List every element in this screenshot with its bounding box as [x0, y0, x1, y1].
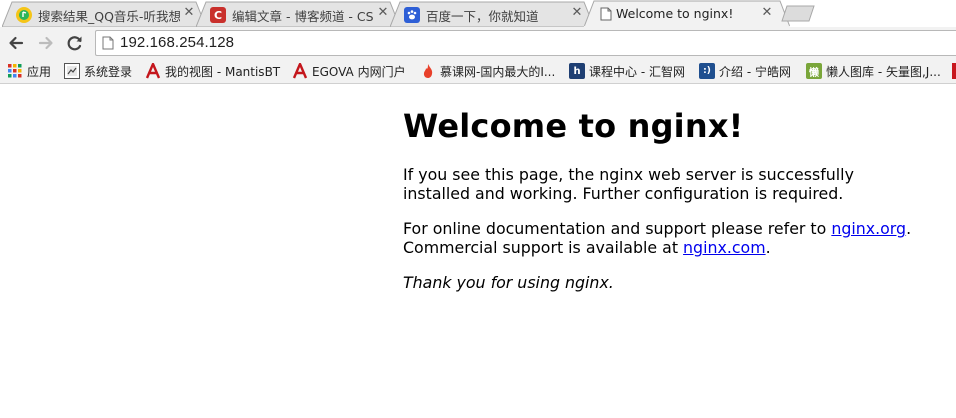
bookmark-label: 应用	[27, 65, 52, 79]
browser-toolbar: 192.168.254.128	[0, 27, 956, 59]
bookmark-label: 课程中心 - 汇智网	[589, 65, 685, 79]
docs-text: For online documentation and support ple…	[403, 219, 832, 238]
close-icon[interactable]: ✕	[376, 6, 390, 20]
egova-icon	[292, 63, 308, 79]
bookmark-label: 系统登录	[84, 65, 133, 79]
page-viewport: Welcome to nginx! If you see this page, …	[0, 85, 956, 418]
address-bar[interactable]: 192.168.254.128	[95, 30, 956, 56]
tab-title: Welcome to nginx!	[616, 6, 734, 21]
bookmark-label: 慕课网-国内最大的I...	[440, 65, 556, 79]
tab-qq-music[interactable]: 搜索结果_QQ音乐-听我想 ✕	[2, 1, 206, 27]
flame-icon	[420, 63, 436, 79]
page-heading: Welcome to nginx!	[403, 107, 744, 145]
close-icon[interactable]: ✕	[182, 6, 196, 20]
csdn-icon: C	[210, 7, 226, 23]
bookmark-overflow-icon[interactable]	[952, 63, 956, 79]
thanks-text: Thank you for using nginx.	[403, 273, 614, 292]
tab-nginx[interactable]: Welcome to nginx! ✕	[584, 0, 790, 27]
forward-arrow-icon	[38, 36, 53, 50]
nginx-org-link[interactable]: nginx.org	[831, 219, 906, 238]
lanren-icon: 懒	[806, 63, 822, 79]
back-button[interactable]	[6, 33, 26, 53]
close-icon[interactable]: ✕	[760, 6, 774, 20]
intro-paragraph: If you see this page, the nginx web serv…	[403, 165, 854, 203]
commercial-period: .	[765, 238, 771, 257]
ninghao-icon: :)	[699, 63, 715, 79]
tab-title: 搜索结果_QQ音乐-听我想	[38, 9, 180, 24]
docs-period: .	[906, 219, 912, 238]
tab-strip: 搜索结果_QQ音乐-听我想 ✕ C 编辑文章 - 博客频道 - CS ✕ 百度一…	[0, 0, 956, 27]
commercial-text: Commercial support is available at	[403, 238, 684, 257]
hubwiz-icon: h	[569, 63, 585, 79]
reload-button[interactable]	[65, 33, 85, 53]
tab-csdn[interactable]: C 编辑文章 - 博客频道 - CS ✕	[196, 1, 400, 27]
apps-grid-icon	[7, 63, 23, 79]
url-text: 192.168.254.128	[120, 34, 235, 51]
bookmark-label: 介绍 - 宁皓网	[719, 65, 791, 79]
page-icon	[102, 36, 114, 50]
nginx-com-link[interactable]: nginx.com	[683, 238, 766, 257]
back-arrow-icon	[9, 36, 24, 50]
qq-music-icon	[16, 7, 32, 23]
page-icon	[598, 6, 614, 22]
bookmark-label: 我的视图 - MantisBT	[165, 65, 281, 79]
tab-baidu[interactable]: 百度一下，你就知道 ✕	[390, 1, 594, 27]
nginx-welcome-content: Welcome to nginx! If you see this page, …	[403, 107, 943, 308]
new-tab-button[interactable]	[781, 5, 815, 22]
close-icon[interactable]: ✕	[570, 6, 584, 20]
baidu-paw-icon	[404, 7, 420, 23]
tab-title: 百度一下，你就知道	[426, 9, 539, 24]
bookmark-label: EGOVA 内网门户	[312, 65, 406, 79]
bookmark-label: 懒人图库 - 矢量图,J...	[826, 65, 941, 79]
reload-icon	[67, 36, 82, 51]
docs-paragraph: For online documentation and support ple…	[403, 219, 943, 257]
bookmarks-bar: 应用 系统登录 我的视图 - MantisBT EGOVA 内网门户 慕课网-国…	[0, 59, 956, 84]
thanks-paragraph: Thank you for using nginx.	[403, 273, 943, 292]
mantis-icon	[145, 63, 161, 79]
tab-title: 编辑文章 - 博客频道 - CS	[232, 9, 374, 24]
login-page-icon	[64, 63, 80, 79]
forward-button[interactable]	[36, 33, 56, 53]
